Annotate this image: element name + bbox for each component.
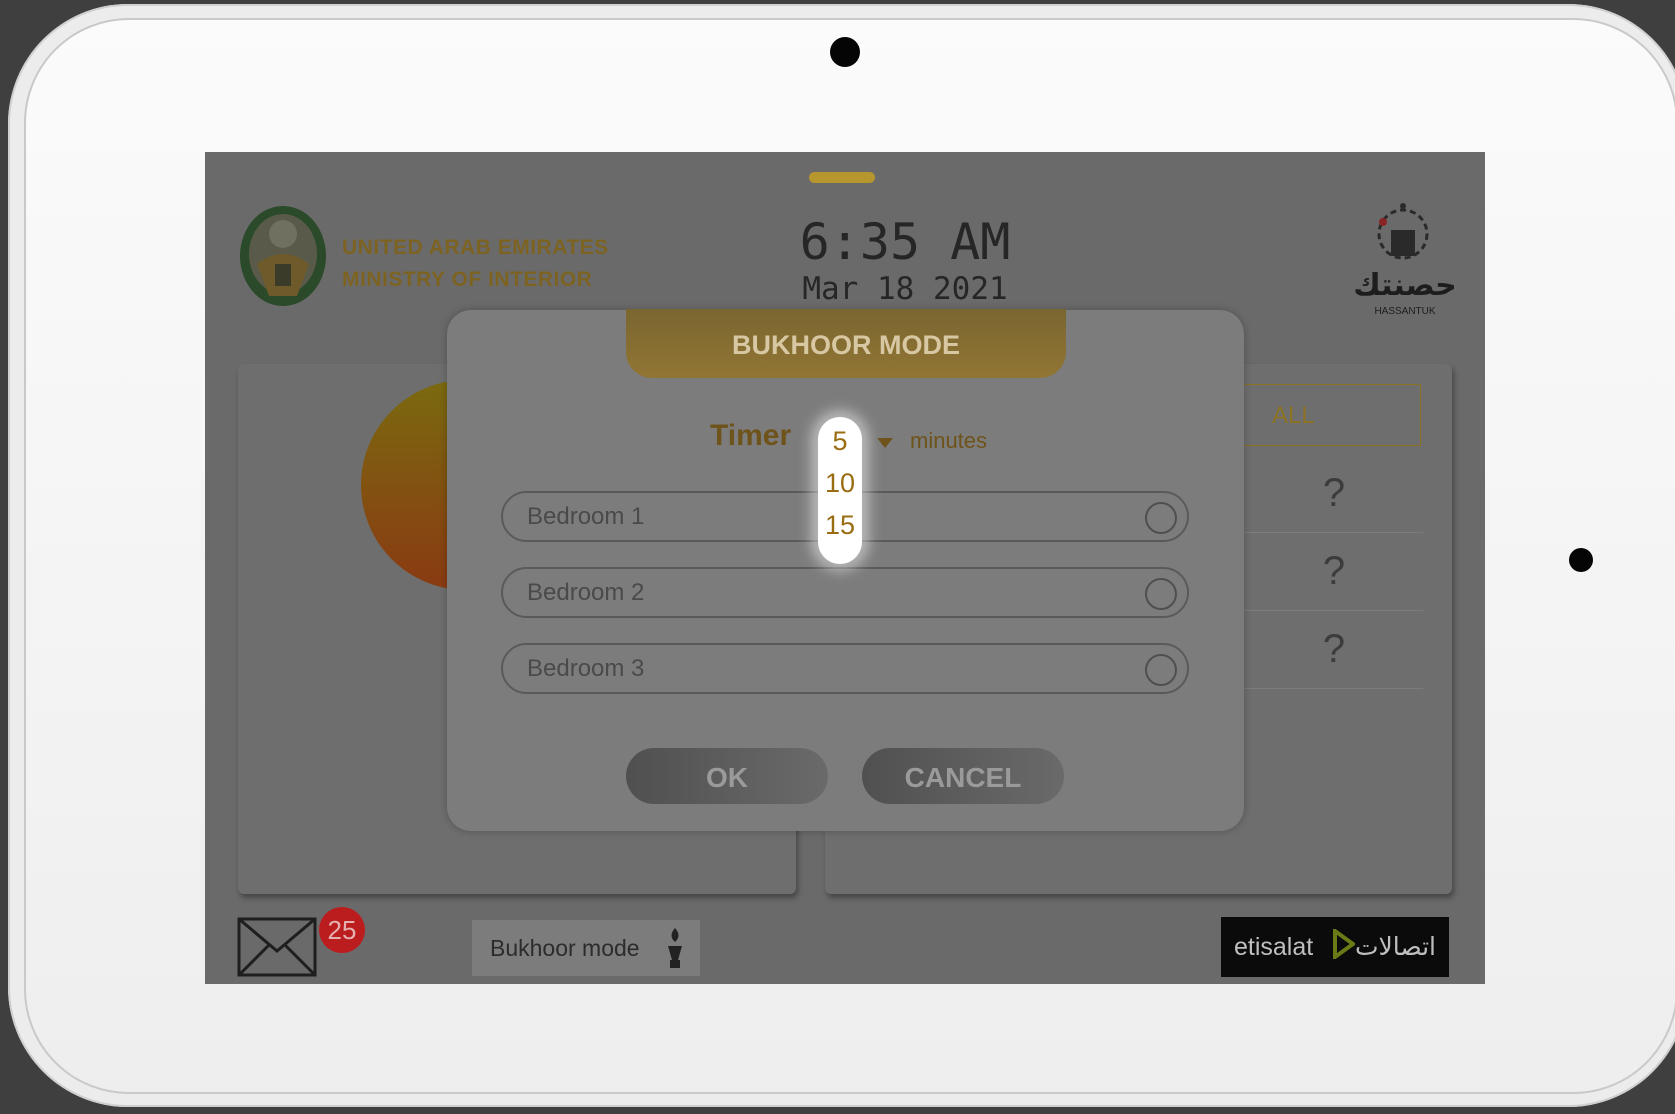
organization-name: UNITED ARAB EMIRATES MINISTRY OF INTERIO… [342, 232, 609, 296]
etisalat-logo: etisalat اتصالات [1221, 917, 1449, 977]
timer-option[interactable]: 5 [818, 419, 862, 461]
cancel-button[interactable]: CANCEL [862, 748, 1064, 804]
timer-option[interactable]: 10 [818, 461, 862, 503]
room-option-bedroom-2[interactable]: Bedroom 2 [501, 567, 1189, 618]
partner-latin: etisalat [1234, 933, 1314, 961]
brand-latin: HASSANTUK [1374, 306, 1436, 317]
bukhoor-mode-label: Bukhoor mode [490, 935, 640, 961]
timer-option[interactable]: 15 [818, 503, 862, 545]
clock-date: Mar 18 2021 [802, 271, 1008, 307]
org-line1: UNITED ARAB EMIRATES [342, 236, 609, 259]
hassantuk-logo: حصنتك HASSANTUK [1345, 200, 1465, 320]
device-screen: UNITED ARAB EMIRATES MINISTRY OF INTERIO… [205, 152, 1485, 984]
room-radio[interactable] [1145, 578, 1177, 610]
ok-button[interactable]: OK [626, 748, 828, 804]
etisalat-logo-icon [1333, 929, 1355, 959]
dialog-title: BUKHOOR MODE [626, 309, 1066, 378]
bukhoor-mode-dialog: BUKHOOR MODE Timer minutes Bedroom 1 Bed… [447, 309, 1244, 831]
bukhoor-mode-button[interactable]: Bukhoor mode [472, 920, 700, 976]
hassantuk-pillar-icon [1377, 203, 1429, 260]
brand-arabic: حصنتك [1353, 268, 1457, 303]
timer-label: Timer [710, 419, 792, 452]
front-camera-icon [830, 37, 860, 67]
unread-count-badge: 25 [319, 907, 365, 953]
room-radio[interactable] [1145, 654, 1177, 686]
clock-time: 6:35 AM [799, 213, 1011, 271]
pull-down-handle[interactable] [809, 172, 875, 183]
incense-burner-icon [668, 928, 682, 968]
room-option-bedroom-3[interactable]: Bedroom 3 [501, 643, 1189, 694]
mail-icon[interactable] [237, 917, 317, 977]
sensor-row[interactable]: ? [1245, 532, 1423, 611]
org-line2: MINISTRY OF INTERIOR [342, 268, 593, 291]
filter-all-button[interactable]: ALL [1243, 384, 1421, 446]
room-label: Bedroom 1 [527, 503, 645, 530]
chevron-down-icon[interactable] [877, 438, 893, 448]
side-sensor-icon [1569, 548, 1593, 572]
room-label: Bedroom 2 [527, 579, 645, 606]
room-label: Bedroom 3 [527, 655, 645, 682]
sensor-row[interactable]: ? [1245, 454, 1423, 533]
partner-arabic: اتصالات [1355, 932, 1436, 961]
sensor-row[interactable]: ? [1245, 610, 1423, 689]
timer-unit-label: minutes [910, 428, 988, 453]
moi-emblem-icon [240, 206, 326, 306]
timer-dropdown[interactable]: 5 10 15 [818, 417, 862, 564]
room-radio[interactable] [1145, 502, 1177, 534]
clock: 6:35 AM Mar 18 2021 [705, 214, 1105, 308]
